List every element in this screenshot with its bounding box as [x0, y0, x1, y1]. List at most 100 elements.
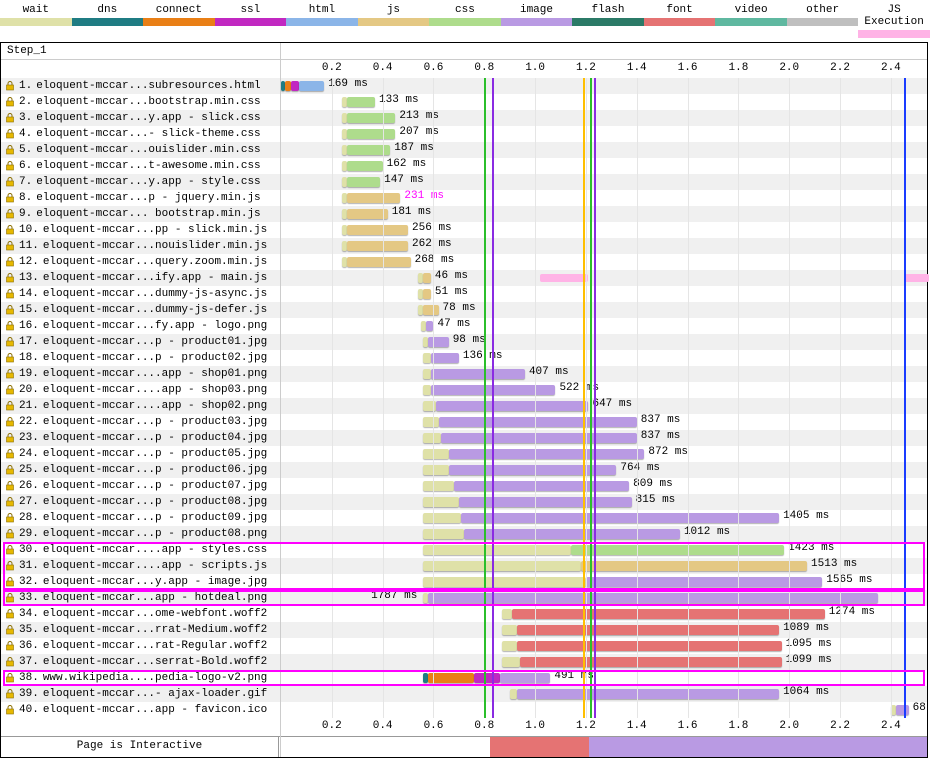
timing-bar — [423, 449, 448, 459]
table-row[interactable]: 8. eloquent-mccar...p - jquery.min.js231… — [1, 190, 927, 206]
timing-bar — [500, 673, 551, 683]
table-row[interactable]: 37. eloquent-mccar...serrat-Bold.woff210… — [1, 654, 927, 670]
table-row[interactable]: 3. eloquent-mccar...y.app - slick.css213… — [1, 110, 927, 126]
table-row[interactable]: 35. eloquent-mccar...rrat-Medium.woff210… — [1, 622, 927, 638]
footer-seg — [490, 737, 589, 757]
table-row[interactable]: 28. eloquent-mccar...p - product09.jpg14… — [1, 510, 927, 526]
row-filename: eloquent-mccar...subresources.html — [36, 80, 260, 92]
table-row[interactable]: 34. eloquent-mccar...ome-webfont.woff212… — [1, 606, 927, 622]
legend-item: image — [501, 4, 573, 38]
duration-label: 47 ms — [437, 318, 470, 330]
table-row[interactable]: 20. eloquent-mccar....app - shop03.png52… — [1, 382, 927, 398]
duration-label: 68 ms — [913, 702, 930, 714]
table-row[interactable]: 31. eloquent-mccar....app - scripts.js15… — [1, 558, 927, 574]
table-row[interactable]: 6. eloquent-mccar...t-awesome.min.css162… — [1, 158, 927, 174]
lock-icon — [5, 513, 15, 523]
lock-icon — [5, 689, 15, 699]
table-row[interactable]: 19. eloquent-mccar....app - shop01.png40… — [1, 366, 927, 382]
table-row[interactable]: 2. eloquent-mccar...bootstrap.min.css133… — [1, 94, 927, 110]
legend-item: css — [429, 4, 501, 38]
table-row[interactable]: 38. www.wikipedia....pedia-logo-v2.png49… — [1, 670, 927, 686]
table-row[interactable]: 29. eloquent-mccar...p - product08.png10… — [1, 526, 927, 542]
table-row[interactable]: 22. eloquent-mccar...p - product03.jpg83… — [1, 414, 927, 430]
table-row[interactable]: 9. eloquent-mccar... bootstrap.min.js181… — [1, 206, 927, 222]
axis-top: 0.20.40.60.81.01.21.41.61.82.02.22.4 — [1, 60, 927, 78]
table-row[interactable]: 25. eloquent-mccar...p - product06.jpg76… — [1, 462, 927, 478]
lock-icon — [5, 593, 15, 603]
table-row[interactable]: 26. eloquent-mccar...p - product07.jpg80… — [1, 478, 927, 494]
row-number: 11. — [19, 240, 39, 252]
row-number: 21. — [19, 400, 39, 412]
duration-label: 491 ms — [554, 670, 594, 682]
table-row[interactable]: 27. eloquent-mccar...p - product08.jpg81… — [1, 494, 927, 510]
table-row[interactable]: 16. eloquent-mccar...fy.app - logo.png47… — [1, 318, 927, 334]
row-number: 1. — [19, 80, 32, 92]
row-filename: eloquent-mccar...p - jquery.min.js — [36, 192, 260, 204]
table-row[interactable]: 5. eloquent-mccar...ouislider.min.css187… — [1, 142, 927, 158]
table-row[interactable]: 33. eloquent-mccar...app - hotdeal.png17… — [1, 590, 927, 606]
timing-bar — [347, 161, 383, 171]
duration-label: 213 ms — [399, 110, 439, 122]
table-row[interactable]: 24. eloquent-mccar...p - product05.jpg87… — [1, 446, 927, 462]
table-row[interactable]: 14. eloquent-mccar...dummy-js-async.js51… — [1, 286, 927, 302]
table-row[interactable]: 13. eloquent-mccar...ify.app - main.js46… — [1, 270, 927, 286]
row-number: 28. — [19, 512, 39, 524]
row-filename: eloquent-mccar...- slick-theme.css — [36, 128, 260, 140]
lock-icon — [5, 673, 15, 683]
lock-icon — [5, 609, 15, 619]
duration-label: 162 ms — [387, 158, 427, 170]
table-row[interactable]: 18. eloquent-mccar...p - product02.jpg13… — [1, 350, 927, 366]
timing-bar — [347, 241, 408, 251]
table-row[interactable]: 10. eloquent-mccar...pp - slick.min.js25… — [1, 222, 927, 238]
table-row[interactable]: 40. eloquent-mccar...app - favicon.ico68… — [1, 702, 927, 718]
legend-item: ssl — [215, 4, 287, 38]
lock-icon — [5, 161, 15, 171]
row-number: 5. — [19, 144, 32, 156]
duration-label: 46 ms — [435, 270, 468, 282]
table-row[interactable]: 4. eloquent-mccar...- slick-theme.css207… — [1, 126, 927, 142]
timing-bar — [428, 593, 878, 603]
duration-label: 187 ms — [394, 142, 434, 154]
timing-bar — [502, 641, 517, 651]
duration-label: 268 ms — [415, 254, 455, 266]
row-filename: eloquent-mccar...rat-Regular.woff2 — [43, 640, 267, 652]
duration-label: 1099 ms — [786, 654, 832, 666]
lock-icon — [5, 577, 15, 587]
table-row[interactable]: 15. eloquent-mccar...dummy-js-defer.js78… — [1, 302, 927, 318]
duration-label: 136 ms — [463, 350, 503, 362]
timing-bar — [423, 433, 441, 443]
timing-bar — [423, 289, 431, 299]
row-number: 3. — [19, 112, 32, 124]
timing-bar — [423, 529, 464, 539]
table-row[interactable]: 23. eloquent-mccar...p - product04.jpg83… — [1, 430, 927, 446]
row-number: 8. — [19, 192, 32, 204]
legend-item: js — [358, 4, 430, 38]
lock-icon — [5, 321, 15, 331]
row-number: 2. — [19, 96, 32, 108]
lock-icon — [5, 401, 15, 411]
table-row[interactable]: 1. eloquent-mccar...subresources.html169… — [1, 78, 927, 94]
lock-icon — [5, 129, 15, 139]
table-row[interactable]: 39. eloquent-mccar...- ajax-loader.gif10… — [1, 686, 927, 702]
lock-icon — [5, 657, 15, 667]
row-number: 36. — [19, 640, 39, 652]
row-filename: eloquent-mccar...y.app - style.css — [36, 176, 260, 188]
lock-icon — [5, 273, 15, 283]
table-row[interactable]: 32. eloquent-mccar...y.app - image.jpg15… — [1, 574, 927, 590]
table-row[interactable]: 11. eloquent-mccar...nouislider.min.js26… — [1, 238, 927, 254]
table-row[interactable]: 21. eloquent-mccar....app - shop02.png64… — [1, 398, 927, 414]
table-row[interactable]: 17. eloquent-mccar...p - product01.jpg98… — [1, 334, 927, 350]
table-row[interactable]: 30. eloquent-mccar....app - styles.css14… — [1, 542, 927, 558]
timing-bar — [347, 177, 380, 187]
duration-label: 256 ms — [412, 222, 452, 234]
duration-label: 872 ms — [648, 446, 688, 458]
lock-icon — [5, 449, 15, 459]
lock-icon — [5, 497, 15, 507]
row-filename: eloquent-mccar...serrat-Bold.woff2 — [43, 656, 267, 668]
duration-label: 1565 ms — [826, 574, 872, 586]
table-row[interactable]: 7. eloquent-mccar...y.app - style.css147… — [1, 174, 927, 190]
row-number: 4. — [19, 128, 32, 140]
timing-bar — [423, 513, 461, 523]
table-row[interactable]: 36. eloquent-mccar...rat-Regular.woff210… — [1, 638, 927, 654]
table-row[interactable]: 12. eloquent-mccar...query.zoom.min.js26… — [1, 254, 927, 270]
